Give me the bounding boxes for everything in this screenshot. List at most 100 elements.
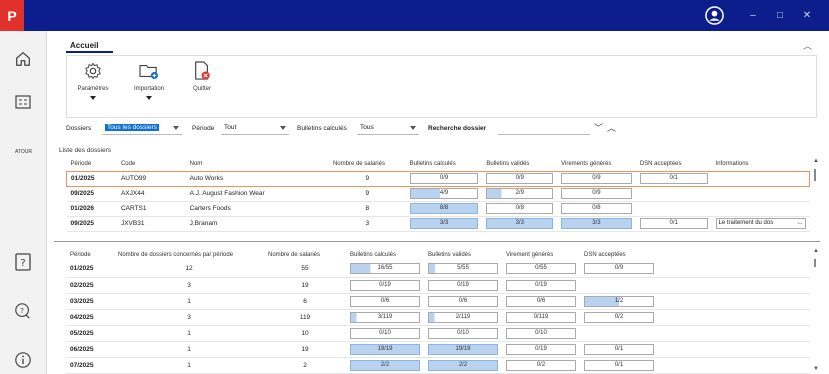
parametres-label: Paramètres [77, 86, 109, 92]
dossiers-column-header[interactable]: Nom [186, 158, 329, 171]
dossiers-count-cell: 1 [114, 325, 264, 342]
table-row[interactable]: 03/2025 1 6 0/6 0/6 0/6 1/2 [66, 293, 810, 310]
bulletins-valides-bar-cell: 0/8 [482, 201, 558, 217]
salaries-cell: 9 [328, 186, 406, 202]
quitter-button[interactable]: Quitter [185, 60, 219, 114]
search-prev-button[interactable]: ︿ [607, 123, 620, 133]
ribbon-collapse-button[interactable]: ︿ [803, 39, 812, 52]
table-row[interactable]: 01/2025 12 55 16/55 5/55 0/55 0/9 [66, 261, 810, 278]
spacer-cell [658, 341, 810, 358]
salaries-cell: 19 [264, 277, 346, 294]
dsn-acceptees-bar: 0/1 [639, 218, 708, 229]
scroll-up-icon[interactable]: ▲ [813, 158, 819, 164]
virements-generes-bar-cell: 0/2 [502, 357, 580, 374]
search-next-button[interactable]: ﹀ [594, 123, 607, 133]
bulletins-calcules-bar-cell: 4/9 [405, 186, 483, 202]
dsn-acceptees-bar-cell [580, 325, 658, 342]
table-row[interactable]: 04/2025 3 119 3/119 2/119 0/119 0/2 [66, 309, 810, 326]
periodes-column-header[interactable]: Période [66, 248, 114, 261]
dossiers-scrollbar[interactable]: ▲ [812, 158, 820, 240]
salaries-cell: 119 [264, 309, 346, 326]
importation-label: Importation [133, 86, 164, 92]
dossiers-column-header[interactable]: Informations [712, 158, 810, 171]
virements-generes-bar: 0/8 [561, 203, 632, 214]
table-row[interactable]: 09/2025 JXVB31 J.Branam 3 3/3 3/3 3/3 0/1 Le tra… [66, 216, 810, 232]
dossiers-section: Liste des dossiers Période Code Nom Nombre … [54, 143, 820, 241]
dsn-acceptees-bar-cell [635, 186, 712, 202]
scroll-up-icon[interactable]: ▲ [813, 248, 819, 254]
dsn-acceptees-bar-cell: 0/1 [580, 341, 658, 358]
salaries-cell: 6 [264, 293, 346, 310]
dossiers-column-header[interactable]: Bulletins calculés [406, 158, 483, 171]
dossiers-select[interactable]: Tous les dossiers [102, 122, 182, 135]
dsn-acceptees-bar-cell: 0/1 [580, 357, 658, 374]
periodes-column-header[interactable]: DSN acceptées [580, 248, 658, 261]
dossiers-column-header[interactable]: Code [117, 158, 186, 171]
close-button[interactable]: ✕ [800, 8, 814, 22]
virements-generes-bar-cell: 0/55 [502, 261, 580, 278]
dsn-acceptees-bar: 0/1 [584, 359, 654, 371]
more-button[interactable]: ... [797, 219, 802, 228]
dsn-acceptees-bar-cell: 0/1 [635, 170, 712, 187]
search-dossier-input[interactable] [498, 122, 590, 135]
table-row[interactable]: 06/2025 1 19 19/19 19/19 0/19 0/1 [66, 341, 810, 358]
bulletins-select[interactable]: Tous [357, 122, 419, 135]
nom-cell: Carters Foods [185, 201, 329, 217]
code-cell: CARTS1 [116, 201, 186, 217]
periodes-column-header[interactable]: Bulletins validés [424, 248, 502, 261]
search-nav: ﹀︿ [594, 121, 620, 134]
table-row[interactable]: 02/2025 3 19 0/19 0/19 0/19 [66, 277, 810, 294]
section-divider[interactable] [54, 241, 820, 242]
sidebar-atour-button[interactable] [11, 90, 35, 114]
dossiers-column-header[interactable]: Virements générés [557, 158, 636, 171]
sidebar-home-button[interactable] [11, 47, 35, 71]
sidebar-help-button[interactable]: ? [11, 250, 35, 274]
salaries-cell: 3 [328, 216, 406, 232]
bulletins-valides-bar: 19/19 [428, 343, 498, 355]
table-row[interactable]: 07/2025 1 2 2/2 2/2 0/2 0/1 [66, 357, 810, 374]
bulletins-calcules-bar-cell: 8/8 [405, 201, 483, 217]
user-circle-icon[interactable] [705, 6, 724, 25]
importation-button[interactable]: Importation [127, 60, 171, 114]
periodes-column-header[interactable]: Nombre de dossiers concernés par période [114, 248, 264, 261]
scroll-thumb[interactable] [814, 169, 816, 181]
maximize-button[interactable]: □ [773, 8, 787, 22]
help-book-icon: ? [15, 253, 31, 271]
informations-box[interactable]: Le traitement du dos... [715, 218, 806, 229]
sidebar-support-button[interactable]: ? [11, 299, 35, 323]
scroll-thumb[interactable] [814, 259, 816, 267]
table-row[interactable]: 01/2026 CARTS1 Carters Foods 8 8/8 0/8 0/8 [66, 201, 810, 217]
periodes-scrollbar[interactable]: ▲ ▼ [812, 248, 820, 372]
svg-text:?: ? [20, 306, 24, 315]
table-row[interactable]: 01/2025 AUTO99 Auto Works 9 0/9 0/9 0/9 0/1 [65, 170, 810, 187]
scroll-down-icon[interactable]: ▼ [813, 366, 819, 372]
virements-generes-bar: 3/3 [561, 218, 632, 229]
periodes-column-header[interactable]: Bulletins calculés [346, 248, 424, 261]
periodes-column-header[interactable]: Virement générés [502, 248, 580, 261]
periode-select[interactable]: Tout [221, 122, 289, 135]
minimize-button[interactable]: – [746, 8, 760, 22]
dossiers-column-header[interactable]: Nombre de salariés [329, 158, 406, 171]
bulletins-calcules-bar: 0/19 [350, 279, 420, 291]
dossiers-column-header[interactable]: Bulletins validés [482, 158, 557, 171]
periodes-column-header[interactable]: Nombre de salariés [264, 248, 346, 261]
bulletins-valides-bar-cell: 0/10 [424, 325, 502, 342]
table-row[interactable]: 09/2025 AXJX44 A.J. August Fashion Wear 9 4/… [66, 186, 810, 202]
sidebar-info-button[interactable] [11, 348, 35, 372]
dossiers-count-cell: 1 [114, 357, 264, 374]
periode-cell: 07/2025 [66, 357, 114, 374]
salaries-cell: 8 [328, 201, 406, 217]
bulletins-valides-bar-cell: 19/19 [424, 341, 502, 358]
svg-text:?: ? [20, 258, 25, 269]
dossiers-count-cell: 3 [114, 309, 264, 326]
table-row[interactable]: 05/2025 1 10 0/10 0/10 0/10 [66, 325, 810, 342]
tab-accueil[interactable]: Accueil [70, 41, 98, 50]
dossiers-column-header[interactable]: DSN acceptées [636, 158, 712, 171]
dossiers-select-value: Tous les dossiers [105, 124, 159, 131]
spacer-cell [658, 325, 810, 342]
parametres-button[interactable]: Paramètres [73, 60, 113, 114]
bulletins-valides-bar: 0/6 [428, 295, 498, 307]
periode-cell: 06/2025 [66, 341, 114, 358]
sidebar-atour-label: ATOUR [14, 149, 33, 155]
dossiers-column-header[interactable]: Période [67, 158, 117, 171]
